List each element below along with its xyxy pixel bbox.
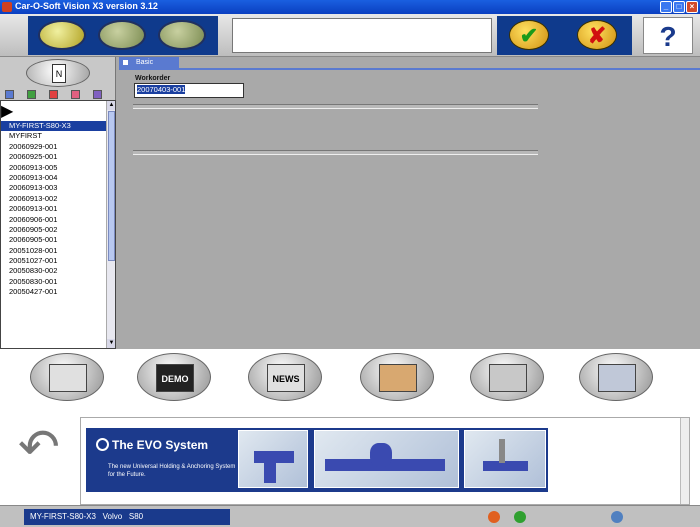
workorder-value: 20070403-001 bbox=[137, 85, 186, 94]
banner-frame: The EVO System The new Universal Holding… bbox=[80, 417, 690, 505]
measure-nav-button[interactable] bbox=[98, 20, 146, 50]
window-title: Car-O-Soft Vision X3 version 3.12 bbox=[15, 1, 158, 11]
toolbar-info-field bbox=[232, 18, 492, 53]
vehicle-status: MY-FIRST-S80-X3 Volvo S80 bbox=[24, 509, 230, 525]
computer-button[interactable] bbox=[579, 353, 653, 401]
link-button[interactable] bbox=[470, 353, 544, 401]
title-bar: Car-O-Soft Vision X3 version 3.12 _ □ × bbox=[0, 0, 700, 14]
list-item[interactable]: 20060929-001 bbox=[1, 142, 115, 152]
main-area: Basic Workorder 20070403-001 bbox=[117, 57, 700, 349]
list-item[interactable]: 20051027-001 bbox=[1, 256, 115, 266]
workorder-list: ▶ MY-FIRST-S80-X3 MYFIRST 20060929-001 20060… bbox=[0, 100, 116, 349]
banner-image bbox=[314, 430, 459, 488]
delete-icon[interactable] bbox=[71, 90, 80, 99]
report-nav-button[interactable] bbox=[158, 20, 206, 50]
new-document-icon: N bbox=[52, 64, 66, 83]
separator bbox=[133, 104, 538, 109]
list-item[interactable]: 20060905-002 bbox=[1, 225, 115, 235]
demo-button[interactable]: DEMO bbox=[137, 353, 211, 401]
status-bar: MY-FIRST-S80-X3 Volvo S80 bbox=[0, 505, 700, 527]
flag-icon[interactable] bbox=[49, 90, 58, 99]
computer-icon bbox=[598, 364, 636, 392]
list-item[interactable]: 20051028-001 bbox=[1, 246, 115, 256]
info-icon[interactable] bbox=[514, 511, 526, 523]
workorder-label: Workorder bbox=[135, 75, 171, 82]
ok-button[interactable]: ✔ bbox=[509, 20, 549, 50]
scroll-up-icon[interactable]: ▲ bbox=[107, 101, 115, 110]
list-item[interactable]: 20060905-001 bbox=[1, 235, 115, 245]
confirm-group: ✔ ✘ bbox=[497, 16, 632, 55]
news-icon: NEWS bbox=[267, 364, 305, 392]
documents-icon bbox=[49, 364, 87, 392]
chain-link-icon bbox=[489, 364, 527, 392]
list-item[interactable]: 20060906-001 bbox=[1, 215, 115, 225]
list-scrollbar[interactable]: ▲ ▼ bbox=[106, 101, 115, 348]
banner-subtitle: The new Universal Holding & Anchoring Sy… bbox=[108, 464, 236, 478]
banner-title: The EVO System bbox=[112, 438, 209, 452]
toolbar: ✔ ✘ ? bbox=[0, 14, 700, 57]
scroll-thumb[interactable] bbox=[108, 111, 115, 261]
list-item[interactable]: 20060913-003 bbox=[1, 183, 115, 193]
list-item[interactable]: 20050830-001 bbox=[1, 277, 115, 287]
list-item[interactable]: 20060913-001 bbox=[1, 204, 115, 214]
banner-image bbox=[464, 430, 546, 488]
demo-icon: DEMO bbox=[156, 364, 194, 392]
list-item[interactable]: 20060925-001 bbox=[1, 152, 115, 162]
documents-button[interactable] bbox=[30, 353, 104, 401]
minimize-button[interactable]: _ bbox=[660, 1, 672, 13]
list-item[interactable]: MYFIRST bbox=[1, 131, 115, 141]
new-workorder-button[interactable]: N bbox=[26, 59, 90, 87]
app-icon bbox=[2, 2, 12, 12]
list-item[interactable]: MY-FIRST-S80-X3 bbox=[1, 121, 115, 132]
help-button[interactable]: ? bbox=[643, 17, 693, 54]
folder-icon[interactable] bbox=[5, 90, 14, 99]
tab-basic-label: Basic bbox=[136, 59, 154, 66]
evo-logo-icon bbox=[96, 438, 109, 451]
list-item[interactable]: 20060913-002 bbox=[1, 194, 115, 204]
workorder-nav-button[interactable] bbox=[38, 20, 86, 50]
tab-icon bbox=[123, 59, 128, 65]
print-icon[interactable] bbox=[93, 90, 102, 99]
close-button[interactable]: × bbox=[686, 1, 698, 13]
back-arrow-icon[interactable]: ↶ bbox=[10, 417, 68, 477]
tab-underline bbox=[119, 68, 700, 70]
support-button[interactable] bbox=[360, 353, 434, 401]
news-button[interactable]: NEWS bbox=[248, 353, 322, 401]
evo-status-icon[interactable] bbox=[488, 511, 500, 523]
scroll-down-icon[interactable]: ▼ bbox=[107, 339, 115, 348]
banner-scrollbar[interactable] bbox=[680, 418, 689, 504]
current-row-icon: ▶ bbox=[1, 103, 14, 120]
network-icon[interactable] bbox=[611, 511, 623, 523]
list-toolbar bbox=[0, 89, 116, 100]
car-icon[interactable] bbox=[27, 90, 36, 99]
banner-area: ↶ The EVO System The new Universal Holdi… bbox=[0, 407, 700, 505]
workorder-input[interactable]: 20070403-001 bbox=[134, 83, 244, 98]
list-item[interactable]: 20050830-002 bbox=[1, 266, 115, 276]
evo-banner[interactable]: The EVO System The new Universal Holding… bbox=[86, 428, 548, 492]
cancel-button[interactable]: ✘ bbox=[577, 20, 617, 50]
list-item[interactable]: 20050427-001 bbox=[1, 287, 115, 297]
function-buttons: DEMO NEWS bbox=[0, 349, 700, 407]
nav-group bbox=[28, 16, 218, 55]
banner-image bbox=[238, 430, 308, 488]
separator bbox=[133, 150, 538, 155]
list-item[interactable]: 20060913-004 bbox=[1, 173, 115, 183]
maximize-button[interactable]: □ bbox=[673, 1, 685, 13]
list-item[interactable]: 20060913-005 bbox=[1, 163, 115, 173]
tab-basic[interactable]: Basic bbox=[119, 57, 179, 68]
support-phone-icon bbox=[379, 364, 417, 392]
workorder-panel: N ▶ MY-FIRST-S80-X3 MYFIRST 20060929-001 200… bbox=[0, 57, 116, 349]
